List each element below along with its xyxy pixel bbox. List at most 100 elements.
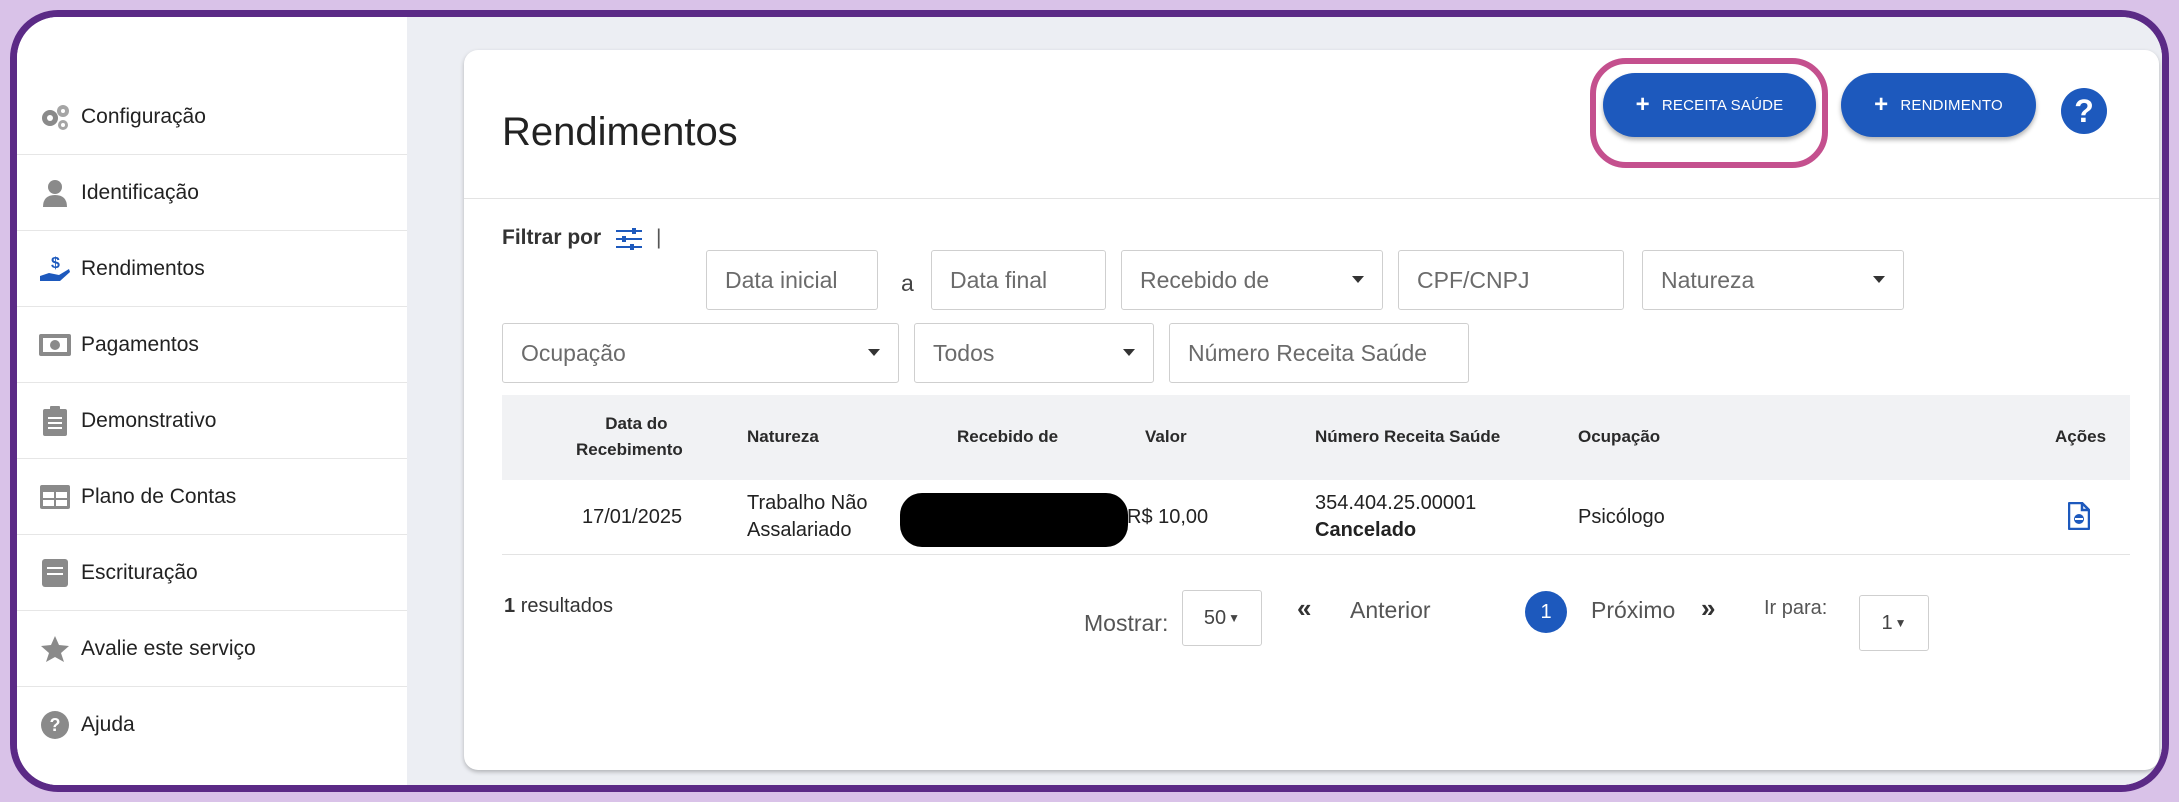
cell-valor: R$ 10,00: [1127, 506, 1209, 528]
header-data[interactable]: Data do Recebimento: [576, 411, 683, 463]
table-row: 17/01/2025 Trabalho Não Assalariado R$ 1…: [502, 480, 2130, 555]
results-label: resultados: [520, 595, 613, 617]
rendimentos-table: Data do Recebimento Natureza Recebido de…: [502, 395, 2130, 555]
selected-value: Todos: [933, 339, 995, 366]
sidebar-item-plano-de-contas[interactable]: Plano de Contas: [17, 459, 407, 535]
numero-receita-input[interactable]: Número Receita Saúde: [1169, 323, 1469, 383]
sidebar-item-identificacao[interactable]: Identificação: [17, 155, 407, 231]
app-frame: Configuração Identificação $ Rendimentos…: [10, 10, 2169, 792]
placeholder: Ocupação: [521, 339, 626, 366]
header-valor[interactable]: Valor: [1145, 424, 1187, 450]
natureza-select[interactable]: Natureza: [1642, 250, 1904, 310]
placeholder: Data final: [950, 266, 1048, 293]
caret-down-icon: [1123, 349, 1135, 356]
data-inicial-input[interactable]: Data inicial: [706, 250, 878, 310]
svg-text:?: ?: [50, 715, 61, 735]
banknote-icon: [39, 329, 71, 361]
ir-para-label: Ir para:: [1764, 597, 1828, 619]
data-final-input[interactable]: Data final: [931, 250, 1106, 310]
help-glyph: ?: [2074, 93, 2094, 129]
sidebar-item-label: Configuração: [81, 104, 206, 128]
sidebar-item-rendimentos[interactable]: $ Rendimentos: [17, 231, 407, 307]
filter-separator: |: [656, 226, 662, 249]
placeholder: Número Receita Saúde: [1188, 339, 1428, 366]
table-header: Data do Recebimento Natureza Recebido de…: [502, 395, 2130, 480]
main-area: Rendimentos + RECEITA SAÚDE + RENDIMENTO…: [407, 17, 2162, 785]
gears-icon: [39, 101, 71, 133]
prev-chevron-icon[interactable]: «: [1297, 593, 1311, 624]
table-icon: [39, 481, 71, 513]
placeholder: Recebido de: [1140, 266, 1270, 293]
sidebar-item-ajuda[interactable]: ? Ajuda: [17, 687, 407, 762]
caret-down-icon: [1352, 276, 1364, 283]
add-rendimento-button[interactable]: + RENDIMENTO: [1841, 73, 2036, 137]
sidebar-item-label: Avalie este serviço: [81, 636, 256, 660]
sliders-icon[interactable]: [616, 228, 642, 250]
cell-numero: 354.404.25.00001 Cancelado: [1315, 490, 1476, 544]
redacted-recebido: [900, 493, 1128, 547]
help-icon[interactable]: ?: [2059, 86, 2109, 136]
plus-icon: +: [1635, 91, 1650, 118]
sidebar-item-pagamentos[interactable]: Pagamentos: [17, 307, 407, 383]
sidebar-item-label: Identificação: [81, 180, 199, 204]
caret-down-icon: [1873, 276, 1885, 283]
status-text: Cancelado: [1315, 519, 1417, 541]
next-chevron-icon[interactable]: »: [1701, 593, 1715, 624]
mostrar-label: Mostrar:: [1084, 610, 1169, 636]
caret-down-icon: ▼: [1894, 616, 1907, 630]
page-title: Rendimentos: [502, 110, 738, 154]
header-numero[interactable]: Número Receita Saúde: [1315, 424, 1500, 450]
page-1-button[interactable]: 1: [1525, 591, 1567, 633]
placeholder: Natureza: [1661, 266, 1755, 293]
selected-value: 50: [1203, 606, 1227, 629]
user-icon: [39, 177, 71, 209]
sidebar-item-label: Pagamentos: [81, 332, 199, 356]
add-receita-saude-button[interactable]: + RECEITA SAÚDE: [1603, 73, 1816, 137]
page-size-select[interactable]: 50 ▼: [1182, 590, 1262, 646]
header-divider: [464, 198, 2159, 199]
header-line: Data do: [605, 414, 668, 433]
sidebar-item-label: Rendimentos: [81, 256, 205, 280]
button-label: RENDIMENTO: [1900, 96, 2003, 114]
sidebar-menu: Configuração Identificação $ Rendimentos…: [17, 79, 407, 762]
sidebar: Configuração Identificação $ Rendimentos…: [17, 17, 407, 785]
cell-data: 17/01/2025: [582, 506, 683, 528]
plus-icon: +: [1874, 91, 1889, 118]
rendimentos-card: Rendimentos + RECEITA SAÚDE + RENDIMENTO…: [464, 50, 2159, 770]
ocupacao-select[interactable]: Ocupação: [502, 323, 899, 383]
header-natureza[interactable]: Natureza: [747, 424, 819, 450]
results-number: 1: [504, 595, 516, 617]
caret-down-icon: ▼: [1228, 611, 1241, 625]
income-hand-icon: $: [39, 253, 71, 285]
sidebar-item-label: Plano de Contas: [81, 484, 237, 508]
sidebar-item-escrituracao[interactable]: Escrituração: [17, 535, 407, 611]
cell-line: 354.404.25.00001: [1315, 492, 1477, 514]
anterior-link[interactable]: Anterior: [1350, 597, 1431, 624]
star-icon: [39, 633, 71, 665]
sidebar-item-avalie[interactable]: Avalie este serviço: [17, 611, 407, 687]
sidebar-item-label: Ajuda: [81, 712, 135, 736]
placeholder: CPF/CNPJ: [1417, 266, 1530, 293]
header-ocupacao[interactable]: Ocupação: [1578, 424, 1660, 450]
book-icon: [39, 557, 71, 589]
cpf-cnpj-input[interactable]: CPF/CNPJ: [1398, 250, 1624, 310]
view-document-icon[interactable]: [2067, 501, 2091, 538]
cell-line: Trabalho Não: [747, 492, 868, 514]
help-icon: ?: [39, 709, 71, 741]
svg-text:$: $: [51, 255, 60, 272]
sidebar-item-label: Escrituração: [81, 560, 198, 584]
results-count: 1 resultados: [504, 595, 613, 618]
sidebar-item-configuracao[interactable]: Configuração: [17, 79, 407, 155]
date-range-connector: a: [901, 270, 914, 296]
sidebar-item-demonstrativo[interactable]: Demonstrativo: [17, 383, 407, 459]
caret-down-icon: [868, 349, 880, 356]
header-acoes: Ações: [2055, 427, 2107, 446]
proximo-link[interactable]: Próximo: [1591, 597, 1675, 624]
status-select[interactable]: Todos: [914, 323, 1154, 383]
cell-natureza: Trabalho Não Assalariado: [747, 490, 867, 544]
recebido-de-select[interactable]: Recebido de: [1121, 250, 1383, 310]
cell-line: Assalariado: [747, 519, 852, 541]
ir-para-select[interactable]: 1 ▼: [1859, 595, 1929, 651]
header-recebido[interactable]: Recebido de: [957, 424, 1058, 450]
clipboard-icon: [39, 405, 71, 437]
